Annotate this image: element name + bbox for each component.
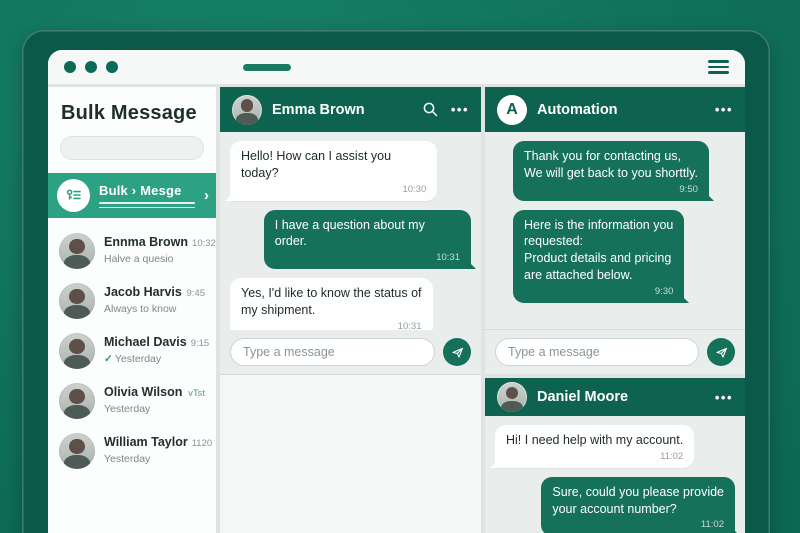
drag-handle-pill[interactable]	[243, 64, 291, 71]
chat-panel-daniel-moore: Daniel Moore ••• Hi! I need help with my…	[485, 378, 745, 533]
contact-preview: Halve a quesio	[104, 253, 173, 265]
message-time: 10:30	[241, 184, 426, 197]
sidebar-search	[48, 136, 216, 160]
message-text: Here is the information you requested: P…	[524, 218, 673, 283]
sidebar-item-texts: Bulk › Mesge	[99, 183, 195, 208]
sidebar-item-underlines	[99, 202, 195, 208]
bulk-filter-icon	[57, 179, 90, 212]
avatar	[59, 233, 95, 269]
avatar	[59, 383, 95, 419]
avatar	[232, 95, 262, 125]
contact-list: Ennma Brown 10:32 Halve a quesio Jacob H…	[48, 218, 216, 533]
chat-contact-name: Automation	[537, 102, 705, 118]
message-input-row	[220, 330, 481, 374]
contact-name: Ennma Brown	[104, 235, 188, 249]
message-bubble-outgoing: Sure, could you please provide your acco…	[541, 477, 735, 533]
automation-avatar: A	[497, 95, 527, 125]
contact-name: Olivia Wilson	[104, 385, 184, 399]
message-input-row	[485, 330, 745, 374]
contact-time: 9:45	[187, 288, 206, 299]
list-item-contact[interactable]: Jacob Harvis 9:45 Always to know	[48, 276, 216, 326]
message-bubble-outgoing: Thank you for contacting us, We will get…	[513, 141, 709, 201]
chat-header: A Automation •••	[485, 87, 745, 132]
chat-contact-name: Emma Brown	[272, 102, 412, 118]
message-bubble-outgoing: Here is the information you requested: P…	[513, 210, 684, 303]
sidebar: Bulk Message Bulk › Mesge	[48, 87, 216, 533]
contact-time: 10:32	[192, 238, 216, 249]
message-list: Thank you for contacting us, We will get…	[485, 132, 745, 329]
send-button[interactable]	[707, 338, 735, 366]
message-time: 11:02	[552, 519, 724, 532]
chat-header: Emma Brown •••	[220, 87, 481, 132]
check-icon: ✓	[104, 353, 113, 365]
right-column: A Automation ••• Thank you for contactin…	[485, 87, 745, 533]
contact-preview: ✓Yesterday	[104, 353, 161, 365]
panel-footer	[220, 374, 481, 533]
message-bubble-incoming: Yes, I'd like to know the status of my s…	[230, 278, 433, 330]
window-dot-icon[interactable]	[64, 61, 76, 73]
message-time: 10:31	[241, 321, 422, 330]
contact-preview: Yesterday	[104, 453, 150, 465]
main-columns: Bulk Message Bulk › Mesge	[48, 87, 745, 533]
message-text: Thank you for contacting us, We will get…	[524, 149, 698, 180]
message-time: 9:30	[524, 286, 673, 299]
list-item-contact[interactable]: Ennma Brown 10:32 Halve a quesio	[48, 226, 216, 276]
message-text: Hi! I need help with my account.	[506, 433, 683, 447]
contact-name: Jacob Harvis	[104, 285, 183, 299]
chat-header: Daniel Moore •••	[485, 378, 745, 416]
list-item-contact[interactable]: Olivia Wilson vTst Yesterday	[48, 376, 216, 426]
message-time: 11:02	[506, 451, 683, 464]
message-list: Hi! I need help with my account. 11:02 Su…	[485, 416, 745, 533]
chat-panel-automation: A Automation ••• Thank you for contactin…	[485, 87, 745, 374]
send-button[interactable]	[443, 338, 471, 366]
avatar	[59, 283, 95, 319]
message-text: Sure, could you please provide your acco…	[552, 485, 724, 516]
avatar	[59, 433, 95, 469]
send-icon	[714, 345, 729, 360]
sidebar-item-label: Bulk › Mesge	[99, 183, 195, 198]
contact-time: 1120	[192, 438, 212, 449]
app-window: Bulk Message Bulk › Mesge	[22, 30, 770, 533]
message-bubble-outgoing: I have a question about my order. 10:31	[264, 210, 471, 270]
contact-preview: Yesterday	[104, 403, 150, 415]
window-titlebar	[48, 50, 745, 84]
message-input[interactable]	[230, 338, 435, 366]
search-icon[interactable]	[422, 101, 439, 118]
window-dot-icon[interactable]	[106, 61, 118, 73]
window-content: Bulk Message Bulk › Mesge	[48, 50, 745, 533]
sidebar-item-bulk-message[interactable]: Bulk › Mesge ›	[48, 173, 216, 218]
contact-time: 9:15	[191, 338, 210, 349]
message-bubble-incoming: Hello! How can I assist you today? 10:30	[230, 141, 437, 201]
search-input[interactable]	[60, 136, 204, 160]
message-list: Hello! How can I assist you today?10:30 …	[220, 132, 481, 330]
message-bubble-incoming: Hi! I need help with my account. 11:02	[495, 425, 694, 468]
more-options-icon[interactable]: •••	[451, 103, 469, 116]
list-item-contact[interactable]: William Taylor 1120 Yesterday	[48, 426, 216, 476]
chevron-right-icon: ›	[204, 187, 211, 204]
hamburger-menu-icon[interactable]	[708, 60, 729, 74]
message-input[interactable]	[495, 338, 699, 366]
contact-name: William Taylor	[104, 435, 188, 449]
more-options-icon[interactable]: •••	[715, 103, 733, 116]
contact-name: Michael Davis	[104, 335, 187, 349]
page-title: Bulk Message	[48, 87, 216, 136]
list-item-contact[interactable]: Michael Davis 9:15 ✓Yesterday	[48, 326, 216, 376]
avatar	[59, 333, 95, 369]
more-options-icon[interactable]: •••	[715, 391, 733, 404]
message-text: I have a question about my order.	[275, 218, 425, 249]
avatar	[497, 382, 527, 412]
chat-contact-name: Daniel Moore	[537, 389, 705, 405]
contact-preview: Always to know	[104, 303, 176, 315]
message-time: 10:31	[275, 252, 460, 265]
contact-preview-text: Yesterday	[115, 353, 161, 365]
message-text: Yes, I'd like to know the status of my s…	[241, 286, 422, 317]
window-dot-icon[interactable]	[85, 61, 97, 73]
window-control-dots[interactable]	[64, 61, 118, 73]
chat-panel-emma-brown: Emma Brown ••• Hello! How can I assist y…	[220, 87, 481, 533]
contact-time: vTst	[188, 388, 205, 399]
message-text: Hello! How can I assist you today?	[241, 149, 391, 180]
message-time: 9:50	[524, 184, 698, 197]
send-icon	[450, 345, 465, 360]
